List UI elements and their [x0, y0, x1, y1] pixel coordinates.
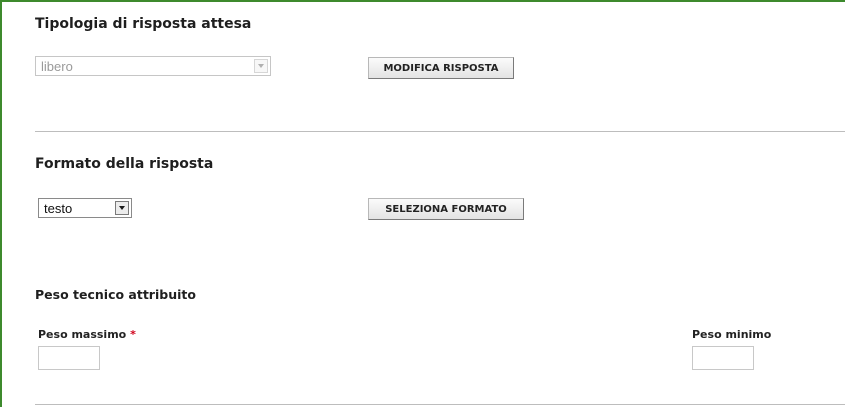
- peso-massimo-label-text: Peso massimo: [38, 328, 127, 341]
- formato-select-value: testo: [44, 201, 73, 216]
- tipologia-select-value: libero: [41, 59, 73, 74]
- peso-minimo-label: Peso minimo: [692, 328, 772, 341]
- formato-select[interactable]: testo: [38, 198, 132, 218]
- peso-massimo-label: Peso massimo *: [38, 328, 136, 341]
- peso-massimo-input[interactable]: [38, 346, 100, 370]
- section-divider-bottom: [35, 404, 845, 405]
- peso-minimo-input[interactable]: [692, 346, 754, 370]
- seleziona-formato-button[interactable]: SELEZIONA FORMATO: [368, 198, 524, 220]
- chevron-down-icon: [254, 59, 268, 73]
- required-marker: *: [130, 328, 136, 341]
- section-heading-tipologia: Tipologia di risposta attesa: [35, 16, 252, 32]
- section-heading-formato: Formato della risposta: [35, 156, 214, 172]
- chevron-down-icon: [115, 201, 129, 215]
- section-divider: [35, 131, 845, 132]
- tipologia-select[interactable]: libero: [35, 56, 271, 76]
- section-heading-peso: Peso tecnico attribuito: [35, 287, 196, 302]
- modifica-risposta-button[interactable]: MODIFICA RISPOSTA: [368, 57, 514, 79]
